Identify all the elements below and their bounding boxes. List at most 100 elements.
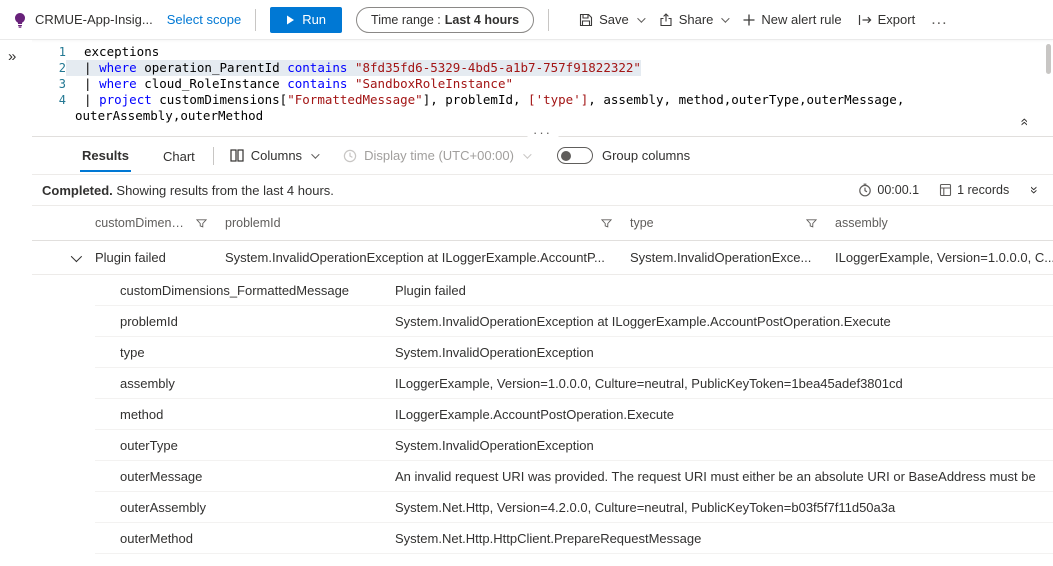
chevron-down-icon bbox=[523, 149, 532, 159]
cell-customdimensions: Plugin failed bbox=[95, 250, 166, 265]
share-button[interactable]: Share bbox=[659, 12, 731, 27]
save-label: Save bbox=[599, 12, 629, 27]
records-value: 1 records bbox=[957, 183, 1010, 197]
detail-row[interactable]: outerMethod System.Net.Http.HttpClient.Pr… bbox=[95, 523, 1053, 554]
column-header-type[interactable]: type bbox=[630, 216, 835, 230]
command-bar: CRMUE-App-Insig... Select scope Run Time… bbox=[0, 0, 1053, 40]
editor-line[interactable]: outerAssembly,outerMethod bbox=[32, 108, 1053, 124]
select-scope-link[interactable]: Select scope bbox=[167, 12, 241, 27]
group-columns-label: Group columns bbox=[601, 148, 691, 163]
filter-icon[interactable] bbox=[196, 218, 207, 229]
toolbar-divider bbox=[548, 8, 550, 31]
status-message: Showing results from the last 4 hours. bbox=[112, 182, 334, 198]
detail-value: An invalid request URI was provided. The… bbox=[395, 468, 1036, 484]
collapse-editor-icon[interactable]: » bbox=[1015, 118, 1031, 126]
duration-value: 00:00.1 bbox=[877, 183, 920, 197]
columns-label: Columns bbox=[250, 148, 303, 163]
detail-row[interactable]: outerAssembly System.Net.Http, Version=4.… bbox=[95, 492, 1053, 523]
line-number: 1 bbox=[58, 45, 66, 59]
results-toolbar: Results Chart Columns Display time (UTC+… bbox=[32, 137, 1053, 174]
left-rail: » bbox=[0, 40, 32, 566]
query-status-bar: Completed. Showing results from the last… bbox=[32, 174, 1053, 206]
editor-line[interactable]: 2 | where operation_ParentId contains "8f… bbox=[32, 60, 1053, 76]
result-row[interactable]: Plugin failed System.InvalidOperationExc… bbox=[32, 241, 1053, 275]
share-icon bbox=[660, 12, 672, 26]
columns-dropdown[interactable]: Columns bbox=[230, 148, 320, 163]
toggle-knob bbox=[560, 150, 571, 161]
detail-value: System.InvalidOperationException bbox=[395, 437, 594, 453]
display-time-dropdown[interactable]: Display time (UTC+00:00) bbox=[343, 148, 532, 163]
editor-line[interactable]: 3 | where cloud_RoleInstance contains "Sa… bbox=[32, 76, 1053, 92]
save-icon bbox=[580, 13, 593, 26]
results-grid: customDimensi... problemId type assembly… bbox=[32, 206, 1053, 554]
tab-results[interactable]: Results bbox=[80, 139, 131, 172]
time-range-pill[interactable]: Time range : Last 4 hours bbox=[356, 6, 535, 33]
detail-row[interactable]: outerMessage An invalid request URI was p… bbox=[95, 461, 1053, 492]
query-duration: 00:00.1 bbox=[858, 183, 919, 197]
detail-value: System.InvalidOperationException bbox=[395, 344, 594, 360]
play-icon bbox=[287, 15, 295, 24]
detail-value: ILoggerExample, Version=1.0.0.0, Culture… bbox=[395, 375, 903, 391]
detail-row[interactable]: outerType System.InvalidOperationExceptio… bbox=[95, 430, 1053, 461]
plus-icon bbox=[743, 14, 755, 25]
new-alert-rule-button[interactable]: New alert rule bbox=[743, 12, 842, 27]
toolbar-divider bbox=[255, 8, 257, 31]
column-header-problemid[interactable]: problemId bbox=[225, 216, 630, 230]
detail-key: method bbox=[120, 406, 164, 422]
detail-row[interactable]: assembly ILoggerExample, Version=1.0.0.0,… bbox=[95, 368, 1053, 399]
row-expander[interactable] bbox=[32, 250, 95, 262]
save-button[interactable]: Save bbox=[579, 12, 646, 27]
records-icon bbox=[940, 183, 952, 197]
run-label: Run bbox=[302, 12, 327, 27]
detail-key: outerMethod bbox=[120, 530, 193, 546]
code-text: | where operation_ParentId contains "8fd… bbox=[66, 60, 641, 76]
detail-key: outerAssembly bbox=[120, 499, 206, 515]
columns-icon bbox=[230, 149, 244, 162]
row-detail-panel: customDimensions_FormattedMessage Plugin … bbox=[95, 275, 1053, 554]
detail-key: customDimensions_FormattedMessage bbox=[120, 282, 350, 298]
run-button[interactable]: Run bbox=[270, 6, 343, 33]
expand-sidebar-icon[interactable]: » bbox=[8, 48, 16, 65]
tab-chart[interactable]: Chart bbox=[161, 140, 197, 171]
line-number: 4 bbox=[58, 93, 66, 107]
column-header-customdimensions[interactable]: customDimensi... bbox=[95, 216, 225, 230]
code-text: exceptions bbox=[84, 44, 160, 59]
detail-key: assembly bbox=[120, 375, 175, 391]
detail-row[interactable]: customDimensions_FormattedMessage Plugin … bbox=[95, 275, 1053, 306]
editor-scrollbar[interactable] bbox=[1046, 44, 1051, 74]
more-button[interactable]: ... bbox=[931, 11, 947, 29]
chevron-down-icon bbox=[636, 13, 646, 23]
group-columns-toggle[interactable] bbox=[556, 147, 593, 164]
code-text: | project customDimensions["FormattedMes… bbox=[84, 92, 905, 107]
cell-problemid: System.InvalidOperationException at ILog… bbox=[225, 250, 605, 265]
detail-value: Plugin failed bbox=[395, 282, 466, 298]
editor-line[interactable]: 4 | project customDimensions["FormattedMe… bbox=[32, 92, 1053, 108]
status-right: 00:00.1 1 records » bbox=[844, 182, 1043, 198]
status-completed: Completed. bbox=[42, 182, 113, 198]
filter-icon[interactable] bbox=[601, 218, 612, 229]
detail-key: outerMessage bbox=[120, 468, 203, 484]
code-text: | where cloud_RoleInstance contains "San… bbox=[84, 76, 514, 91]
export-label: Export bbox=[877, 12, 916, 27]
cell-type: System.InvalidOperationExce... bbox=[630, 250, 812, 265]
code-text: outerAssembly,outerMethod bbox=[75, 108, 264, 123]
app-name: CRMUE-App-Insig... bbox=[35, 12, 153, 27]
export-button[interactable]: Export bbox=[858, 12, 916, 27]
detail-row[interactable]: method ILoggerExample.AccountPostOperatio… bbox=[95, 399, 1053, 430]
header-label: problemId bbox=[225, 216, 281, 230]
query-editor[interactable]: 1 exceptions 2 | where operation_ParentId c… bbox=[32, 40, 1053, 140]
status-text: Completed. Showing results from the last… bbox=[42, 183, 334, 198]
display-time-label: Display time (UTC+00:00) bbox=[364, 148, 514, 163]
app-insights-icon bbox=[12, 12, 28, 28]
detail-row[interactable]: problemId System.InvalidOperationExceptio… bbox=[95, 306, 1053, 337]
query-editor-lines: 1 exceptions 2 | where operation_ParentId c… bbox=[32, 44, 1053, 124]
editor-resize-handle[interactable]: ··· bbox=[527, 125, 558, 140]
filter-icon[interactable] bbox=[806, 218, 817, 229]
detail-row[interactable]: type System.InvalidOperationException bbox=[95, 337, 1053, 368]
export-icon bbox=[858, 14, 872, 25]
detail-value: System.Net.Http, Version=4.2.0.0, Cultur… bbox=[395, 499, 896, 515]
collapse-results-icon[interactable]: » bbox=[1027, 186, 1043, 194]
column-header-assembly[interactable]: assembly bbox=[835, 216, 1053, 230]
editor-line[interactable]: 1 exceptions bbox=[32, 44, 1053, 60]
detail-value: ILoggerExample.AccountPostOperation.Exec… bbox=[395, 406, 674, 422]
